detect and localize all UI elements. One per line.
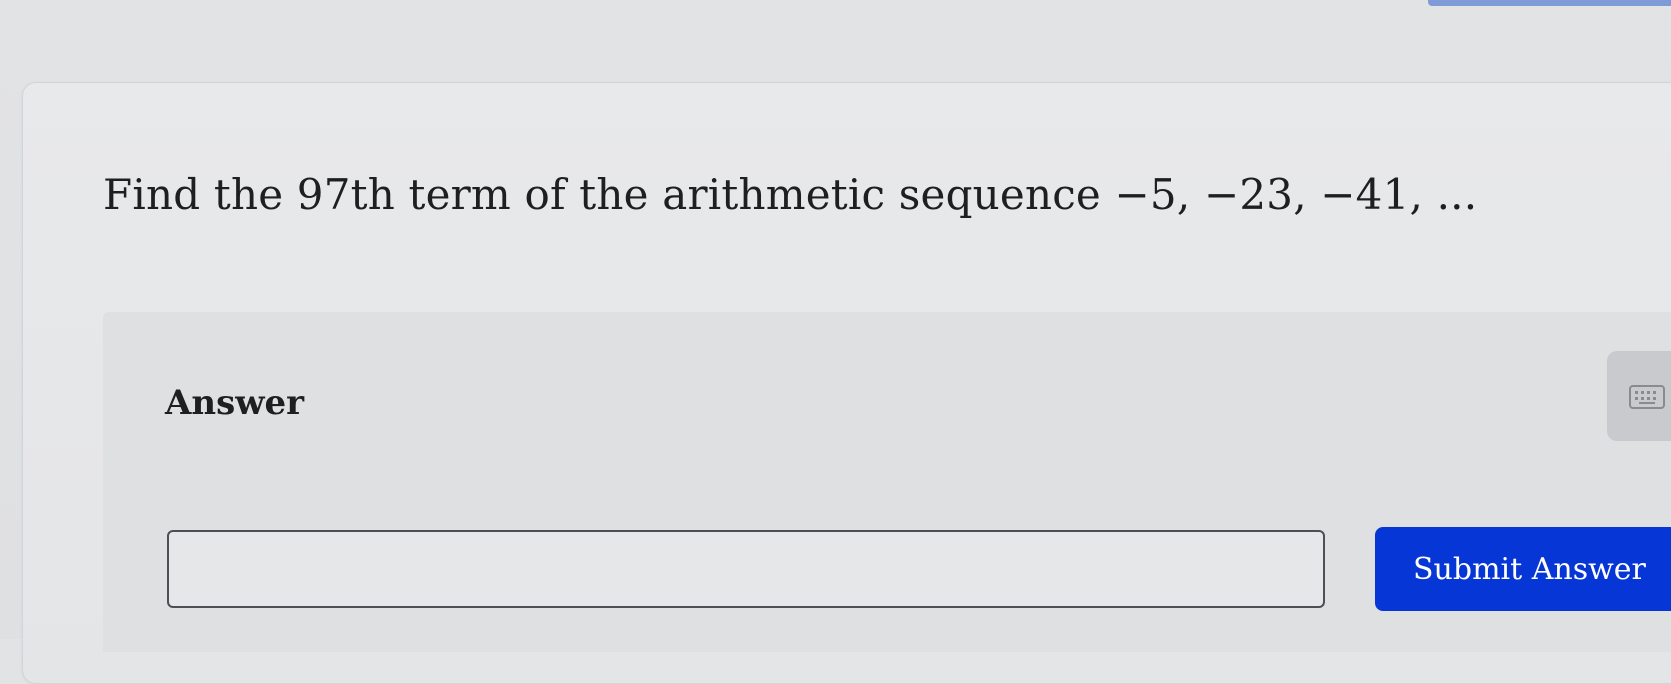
keyboard-toggle-button[interactable]: [1607, 351, 1671, 441]
submit-answer-button[interactable]: Submit Answer: [1375, 527, 1671, 611]
top-accent-bar: [1428, 0, 1671, 6]
question-text: Find the 97th term of the arithmetic seq…: [103, 170, 1478, 219]
answer-label: Answer: [165, 383, 305, 423]
keyboard-icon: [1629, 385, 1665, 409]
answer-input[interactable]: [167, 530, 1325, 608]
